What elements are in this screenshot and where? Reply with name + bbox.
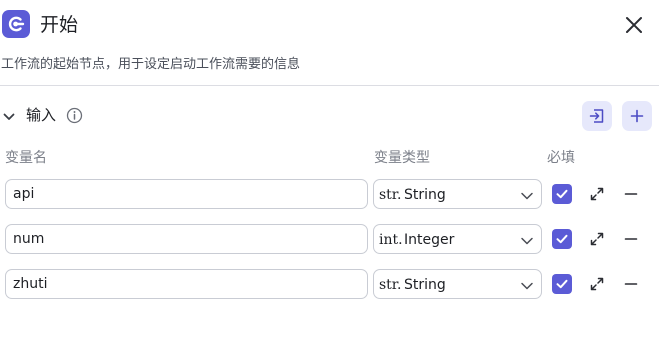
node-description: 工作流的起始节点，用于设定启动工作流需要的信息 xyxy=(1,57,301,72)
type-label: String xyxy=(404,277,446,293)
type-icon: str. xyxy=(379,277,402,293)
start-node-icon xyxy=(2,10,30,38)
type-label: String xyxy=(404,187,446,203)
section-title: 输入 xyxy=(26,106,57,124)
plus-icon xyxy=(630,109,644,123)
check-icon xyxy=(556,189,568,199)
chevron-down-icon[interactable] xyxy=(2,109,16,128)
variable-name-input[interactable] xyxy=(5,179,368,209)
column-header-required: 必填 xyxy=(547,150,575,166)
variable-row: int. Integer xyxy=(0,224,659,256)
type-icon: str. xyxy=(379,187,402,203)
expand-icon[interactable] xyxy=(589,276,605,296)
column-header-name: 变量名 xyxy=(5,150,47,166)
variable-name-input[interactable] xyxy=(5,224,368,254)
type-label: Integer xyxy=(404,232,455,248)
variable-row: str. String xyxy=(0,269,659,301)
variable-type-select[interactable]: str. String xyxy=(373,179,542,209)
info-icon[interactable] xyxy=(66,107,83,128)
divider xyxy=(0,85,659,86)
required-checkbox[interactable] xyxy=(552,184,572,204)
remove-variable-icon[interactable] xyxy=(623,231,639,251)
expand-icon[interactable] xyxy=(589,231,605,251)
column-header-type: 变量类型 xyxy=(374,150,430,166)
remove-variable-icon[interactable] xyxy=(623,276,639,296)
variable-row: str. String xyxy=(0,179,659,211)
input-section-header: 输入 xyxy=(0,100,659,132)
chevron-down-icon xyxy=(521,192,533,200)
chevron-down-icon xyxy=(521,282,533,290)
variable-type-select[interactable]: str. String xyxy=(373,269,542,299)
chevron-down-icon xyxy=(521,237,533,245)
required-checkbox[interactable] xyxy=(552,274,572,294)
page-title: 开始 xyxy=(40,14,79,36)
variable-type-select[interactable]: int. Integer xyxy=(373,224,542,254)
check-icon xyxy=(556,234,568,244)
check-icon xyxy=(556,279,568,289)
required-checkbox[interactable] xyxy=(552,229,572,249)
close-icon[interactable] xyxy=(623,14,645,36)
import-button[interactable] xyxy=(582,101,612,131)
remove-variable-icon[interactable] xyxy=(623,186,639,206)
type-icon: int. xyxy=(379,232,403,248)
add-variable-button[interactable] xyxy=(622,101,652,131)
expand-icon[interactable] xyxy=(589,186,605,206)
variable-name-input[interactable] xyxy=(5,269,368,299)
import-icon xyxy=(589,109,604,123)
node-header: 开始 xyxy=(0,0,659,52)
